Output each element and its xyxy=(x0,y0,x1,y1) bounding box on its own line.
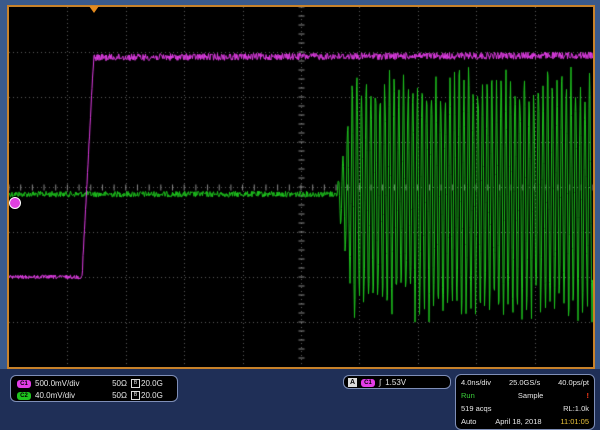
channel-settings-panel[interactable]: C1 500.0mV/div 50Ω B 20.0G C2 40.0mV/div… xyxy=(10,375,178,402)
alert-icon: ! xyxy=(586,391,589,400)
bandwidth-limit-icon: B xyxy=(131,379,140,388)
horizontal-row: 4.0ns/div 25.0GS/s 40.0ps/pt xyxy=(461,378,589,387)
ch1-bandwidth: B 20.0G xyxy=(131,379,163,388)
acq-count: 519 acqs xyxy=(461,404,492,413)
trigger-level: 1.53V xyxy=(385,378,407,387)
scope-window: C1 500.0mV/div 50Ω B 20.0G C2 40.0mV/div… xyxy=(0,0,600,430)
ch2-impedance: 50Ω xyxy=(112,391,127,400)
waveform-canvas xyxy=(9,7,593,367)
clock: 11:01:05 xyxy=(560,417,589,426)
ch1-settings-row[interactable]: C1 500.0mV/div 50Ω B 20.0G xyxy=(17,378,163,389)
ch2-scale: 40.0mV/div xyxy=(35,391,76,400)
datetime-row: Auto April 18, 2018 11:01:05 xyxy=(461,417,589,426)
acq-mode: Sample xyxy=(517,391,544,400)
trigger-settings-panel[interactable]: A C1 ∫ 1.53V xyxy=(343,375,451,389)
rising-edge-icon: ∫ xyxy=(379,378,382,387)
waveform-display[interactable] xyxy=(7,5,595,369)
date: April 18, 2018 xyxy=(495,417,542,426)
record-length: RL:1.0k xyxy=(563,404,589,413)
ch1-badge[interactable]: C1 xyxy=(17,379,31,388)
ch1-bandwidth-value: 20.0G xyxy=(141,379,163,388)
run-state[interactable]: Run xyxy=(461,391,475,400)
time-resolution: 40.0ps/pt xyxy=(558,378,589,387)
ch2-settings-row[interactable]: C2 40.0mV/div 50Ω B 20.0G xyxy=(17,390,163,401)
status-bar: C1 500.0mV/div 50Ω B 20.0G C2 40.0mV/div… xyxy=(0,369,600,430)
count-row: 519 acqs RL:1.0k xyxy=(461,404,589,413)
acquisition-panel[interactable]: 4.0ns/div 25.0GS/s 40.0ps/pt Run Sample … xyxy=(455,374,595,430)
ch1-scale: 500.0mV/div xyxy=(35,379,80,388)
ch2-bandwidth-value: 20.0G xyxy=(141,391,163,400)
ch2-bandwidth: B 20.0G xyxy=(131,391,163,400)
trigger-a-badge: A xyxy=(348,378,357,387)
trigger-source-badge: C1 xyxy=(361,378,375,387)
trigger-position-marker[interactable] xyxy=(89,6,99,13)
ch1-impedance: 50Ω xyxy=(112,379,127,388)
bandwidth-limit-icon: B xyxy=(131,391,140,400)
sample-rate: 25.0GS/s xyxy=(508,378,541,387)
ch2-badge[interactable]: C2 xyxy=(17,391,31,400)
ch1-ground-marker[interactable] xyxy=(9,197,21,209)
trigger-mode: Auto xyxy=(461,417,477,426)
state-row: Run Sample ! xyxy=(461,391,589,400)
timebase: 4.0ns/div xyxy=(461,378,492,387)
